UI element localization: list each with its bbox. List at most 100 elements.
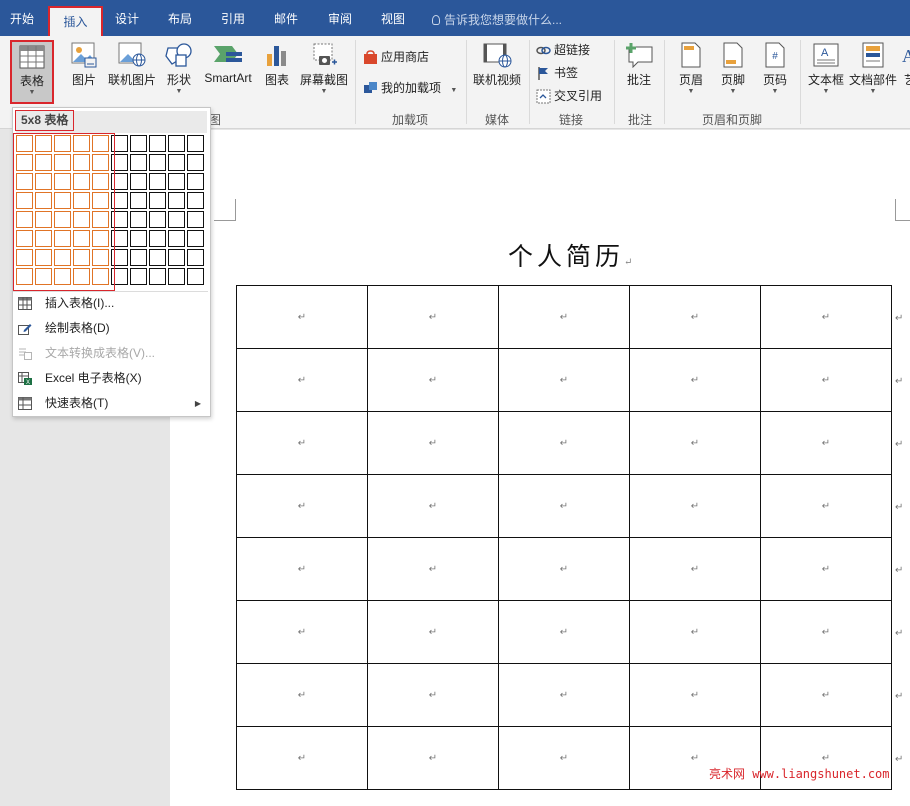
table-cell[interactable]: ↵ <box>629 600 761 664</box>
textbox-button[interactable]: A 文本框 ▼ <box>806 42 846 96</box>
grid-cell[interactable] <box>149 230 166 247</box>
table-cell[interactable]: ↵ <box>760 663 892 727</box>
grid-cell[interactable] <box>187 135 204 152</box>
insert-table-menu-item[interactable]: 插入表格(I)... <box>13 291 209 316</box>
table-cell[interactable]: ↵ <box>236 285 368 349</box>
table-cell[interactable]: ↵ <box>236 726 368 790</box>
table-cell[interactable]: ↵ <box>498 600 630 664</box>
my-addins-button[interactable]: 我的加载项 ▼ <box>363 78 457 98</box>
grid-cell[interactable] <box>130 249 147 266</box>
grid-cell[interactable] <box>130 230 147 247</box>
table-cell[interactable]: ↵ <box>236 600 368 664</box>
table-cell[interactable]: ↵ <box>367 537 499 601</box>
grid-cell[interactable] <box>130 154 147 171</box>
tab-mailings[interactable]: 邮件 <box>264 0 308 36</box>
grid-cell[interactable] <box>149 173 166 190</box>
grid-cell[interactable] <box>187 268 204 285</box>
grid-cell[interactable] <box>130 268 147 285</box>
table-cell[interactable]: ↵ <box>498 474 630 538</box>
table-cell[interactable]: ↵ <box>629 474 761 538</box>
app-store-button[interactable]: 应用商店 <box>363 47 429 67</box>
online-video-button[interactable]: 联机视频 <box>472 42 522 88</box>
grid-cell[interactable] <box>168 211 185 228</box>
table-cell[interactable]: ↵ <box>367 726 499 790</box>
tab-design[interactable]: 设计 <box>105 0 149 36</box>
table-cell[interactable]: ↵ <box>367 600 499 664</box>
grid-cell[interactable] <box>168 268 185 285</box>
grid-cell[interactable] <box>168 249 185 266</box>
table-cell[interactable]: ↵ <box>629 663 761 727</box>
table-cell[interactable]: ↵ <box>498 537 630 601</box>
table-cell[interactable]: ↵ <box>367 663 499 727</box>
table-button[interactable]: 表格 ▼ <box>10 40 54 104</box>
document-parts-button[interactable]: 文档部件 ▼ <box>848 42 898 96</box>
document-title[interactable]: 个人简历↵ <box>508 237 636 273</box>
tab-review[interactable]: 审阅 <box>318 0 362 36</box>
grid-cell[interactable] <box>168 135 185 152</box>
excel-spreadsheet-menu-item[interactable]: X Excel 电子表格(X) <box>13 366 209 391</box>
grid-cell[interactable] <box>130 135 147 152</box>
footer-button[interactable]: 页脚 ▼ <box>715 42 751 96</box>
table-cell[interactable]: ↵ <box>760 600 892 664</box>
grid-cell[interactable] <box>168 230 185 247</box>
table-cell[interactable]: ↵ <box>629 348 761 412</box>
hyperlink-button[interactable]: 超链接 <box>536 40 590 60</box>
table-cell[interactable]: ↵ <box>760 411 892 475</box>
grid-cell[interactable] <box>149 249 166 266</box>
online-picture-button[interactable]: 联机图片 <box>105 42 159 88</box>
grid-cell[interactable] <box>168 192 185 209</box>
cross-reference-button[interactable]: 交叉引用 <box>536 86 602 106</box>
grid-cell[interactable] <box>187 211 204 228</box>
table-cell[interactable]: ↵ <box>236 411 368 475</box>
grid-cell[interactable] <box>149 211 166 228</box>
table-cell[interactable]: ↵ <box>367 285 499 349</box>
table-cell[interactable]: ↵ <box>367 411 499 475</box>
grid-cell[interactable] <box>168 154 185 171</box>
shapes-button[interactable]: 形状 ▼ <box>162 42 196 96</box>
grid-cell[interactable] <box>130 192 147 209</box>
quick-tables-menu-item[interactable]: 快速表格(T) ▶ <box>13 391 209 416</box>
bookmark-button[interactable]: 书签 <box>536 63 578 83</box>
table-cell[interactable]: ↵ <box>236 663 368 727</box>
grid-cell[interactable] <box>130 211 147 228</box>
grid-cell[interactable] <box>187 192 204 209</box>
tab-layout[interactable]: 布局 <box>158 0 202 36</box>
tab-view[interactable]: 视图 <box>371 0 415 36</box>
grid-cell[interactable] <box>168 173 185 190</box>
grid-cell[interactable] <box>149 192 166 209</box>
document-table[interactable]: ↵ ↵ ↵ ↵ ↵ ↵ ↵ ↵ ↵ ↵ ↵ ↵ ↵ ↵ ↵ ↵ ↵ ↵ ↵ ↵ ↵ ↵ ↵ ↵ ↵ ↵ ↵ ↵ ↵ ↵ ↵ ↵ ↵ ↵ ↵ ↵ ↵ ↵ ↵ ↵ <box>236 285 892 790</box>
table-cell[interactable]: ↵ <box>498 348 630 412</box>
screenshot-button[interactable]: 屏幕截图 ▼ <box>298 42 350 96</box>
comment-button[interactable]: 批注 <box>621 42 657 88</box>
convert-text-to-table-menu-item[interactable]: 文本转换成表格(V)... <box>13 341 209 366</box>
chart-button[interactable]: 图表 <box>260 42 294 88</box>
table-cell[interactable]: ↵ <box>760 285 892 349</box>
table-cell[interactable]: ↵ <box>367 474 499 538</box>
table-cell[interactable]: ↵ <box>760 537 892 601</box>
table-cell[interactable]: ↵ <box>498 285 630 349</box>
draw-table-menu-item[interactable]: 绘制表格(D) <box>13 316 209 341</box>
table-cell[interactable]: ↵ <box>498 411 630 475</box>
table-cell[interactable]: ↵ <box>629 537 761 601</box>
tab-home[interactable]: 开始 <box>0 0 44 36</box>
table-cell[interactable]: ↵ <box>760 474 892 538</box>
table-cell[interactable]: ↵ <box>629 285 761 349</box>
table-cell[interactable]: ↵ <box>760 348 892 412</box>
tab-references[interactable]: 引用 <box>211 0 255 36</box>
grid-cell[interactable] <box>130 173 147 190</box>
table-cell[interactable]: ↵ <box>236 348 368 412</box>
table-cell[interactable]: ↵ <box>236 474 368 538</box>
table-cell[interactable]: ↵ <box>498 663 630 727</box>
table-cell[interactable]: ↵ <box>498 726 630 790</box>
tab-insert[interactable]: 插入 <box>48 6 103 36</box>
wordart-button[interactable]: A 艺 <box>900 42 910 88</box>
smartart-button[interactable]: SmartArt <box>200 42 256 85</box>
grid-cell[interactable] <box>149 268 166 285</box>
table-cell[interactable]: ↵ <box>629 411 761 475</box>
grid-cell[interactable] <box>187 230 204 247</box>
page-number-button[interactable]: # 页码 ▼ <box>757 42 793 96</box>
header-button[interactable]: 页眉 ▼ <box>673 42 709 96</box>
grid-cell[interactable] <box>187 249 204 266</box>
grid-cell[interactable] <box>149 154 166 171</box>
tell-me-box[interactable]: 告诉我您想要做什么... <box>432 0 562 36</box>
